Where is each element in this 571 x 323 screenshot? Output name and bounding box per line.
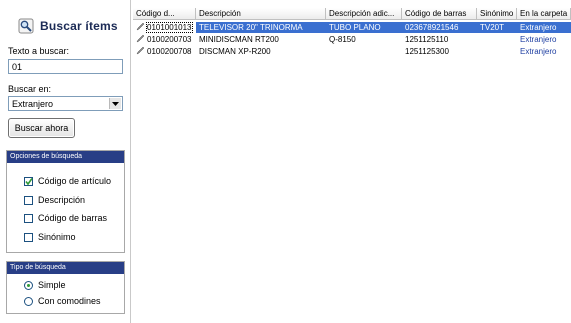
cell-synonym xyxy=(477,46,517,57)
column-header-folder[interactable]: En la carpeta xyxy=(517,8,571,20)
results-grid: Código d... Descripción Descripción adic… xyxy=(133,0,571,323)
cell-description: MINIDISCMAN RT200 xyxy=(199,35,279,44)
column-header-code[interactable]: Código d... xyxy=(133,8,196,20)
chevron-down-icon[interactable] xyxy=(109,98,121,109)
cell-code: 0101001013 xyxy=(133,22,196,33)
option-label: Sinónimo xyxy=(38,232,76,242)
search-in-label: Buscar en: xyxy=(8,84,52,94)
cell-extra-description: TUBO PLANO xyxy=(326,22,402,33)
search-in-select[interactable]: Extranjero xyxy=(8,96,123,111)
radio-button[interactable] xyxy=(24,296,33,306)
search-type-simple[interactable]: Simple xyxy=(24,280,66,290)
checkbox[interactable] xyxy=(24,232,33,242)
cell-barcode: 023678921546 xyxy=(402,22,477,33)
search-panel: Buscar ítems Texto a buscar: Buscar en: … xyxy=(0,0,131,323)
cell-folder: Extranjero xyxy=(520,47,557,56)
table-row[interactable]: 0100200708 DISCMAN XP-R200 1251125300 Ex… xyxy=(133,46,571,57)
table-row[interactable]: 0100200703 MINIDISCMAN RT200 Q-8150 1251… xyxy=(133,34,571,45)
cell-description: DISCMAN XP-R200 xyxy=(199,47,271,56)
search-in-value: Extranjero xyxy=(12,99,54,109)
column-header-description[interactable]: Descripción xyxy=(196,8,326,20)
cell-folder: Extranjero xyxy=(517,22,571,33)
search-text-label: Texto a buscar: xyxy=(8,46,70,56)
column-header-synonym[interactable]: Sinónimo xyxy=(477,8,517,20)
radio-label: Con comodines xyxy=(38,296,101,306)
search-input[interactable] xyxy=(8,59,123,74)
option-item-barcode[interactable]: Código de barras xyxy=(24,213,107,223)
check-icon xyxy=(25,177,33,185)
cell-synonym xyxy=(477,34,517,45)
search-magnifier-icon xyxy=(18,18,34,34)
panel-title: Buscar ítems xyxy=(40,19,118,33)
item-pen-icon xyxy=(136,46,145,55)
cell-description: TELEVISOR 20" TRINORMA xyxy=(196,22,326,33)
search-type-wildcards[interactable]: Con comodines xyxy=(24,296,101,306)
search-now-button[interactable]: Buscar ahora xyxy=(8,118,75,138)
checkbox[interactable] xyxy=(24,176,33,186)
grid-header: Código d... Descripción Descripción adic… xyxy=(133,8,571,20)
panel-header: Buscar ítems xyxy=(18,17,118,35)
option-item-synonym[interactable]: Sinónimo xyxy=(24,232,76,242)
checkbox[interactable] xyxy=(24,213,33,223)
cell-barcode: 1251125300 xyxy=(405,47,449,56)
option-item-description[interactable]: Descripción xyxy=(24,195,85,205)
item-pen-icon xyxy=(136,22,145,31)
option-label: Código de barras xyxy=(38,213,108,223)
option-item-code[interactable]: Código de artículo xyxy=(24,176,111,186)
cell-folder: Extranjero xyxy=(520,35,557,44)
cell-extra-description: Q-8150 xyxy=(329,35,356,44)
radio-label: Simple xyxy=(38,280,66,290)
search-options-header: Opciones de búsqueda xyxy=(7,151,124,163)
cell-code: 0100200703 xyxy=(133,34,196,45)
table-row[interactable]: 0101001013 TELEVISOR 20" TRINORMA TUBO P… xyxy=(133,22,571,33)
cell-synonym: TV20T xyxy=(477,22,517,33)
checkbox[interactable] xyxy=(24,195,33,205)
item-pen-icon xyxy=(136,34,145,43)
column-header-barcode[interactable]: Código de barras xyxy=(402,8,477,20)
option-label: Código de artículo xyxy=(38,176,112,186)
radio-button[interactable] xyxy=(24,280,33,290)
option-label: Descripción xyxy=(38,195,86,205)
column-header-extra-description[interactable]: Descripción adic... xyxy=(326,8,402,20)
cell-barcode: 1251125110 xyxy=(405,35,449,44)
search-type-header: Tipo de búsqueda xyxy=(7,262,124,274)
cell-code: 0100200708 xyxy=(133,46,196,57)
cell-extra-description xyxy=(326,46,402,57)
